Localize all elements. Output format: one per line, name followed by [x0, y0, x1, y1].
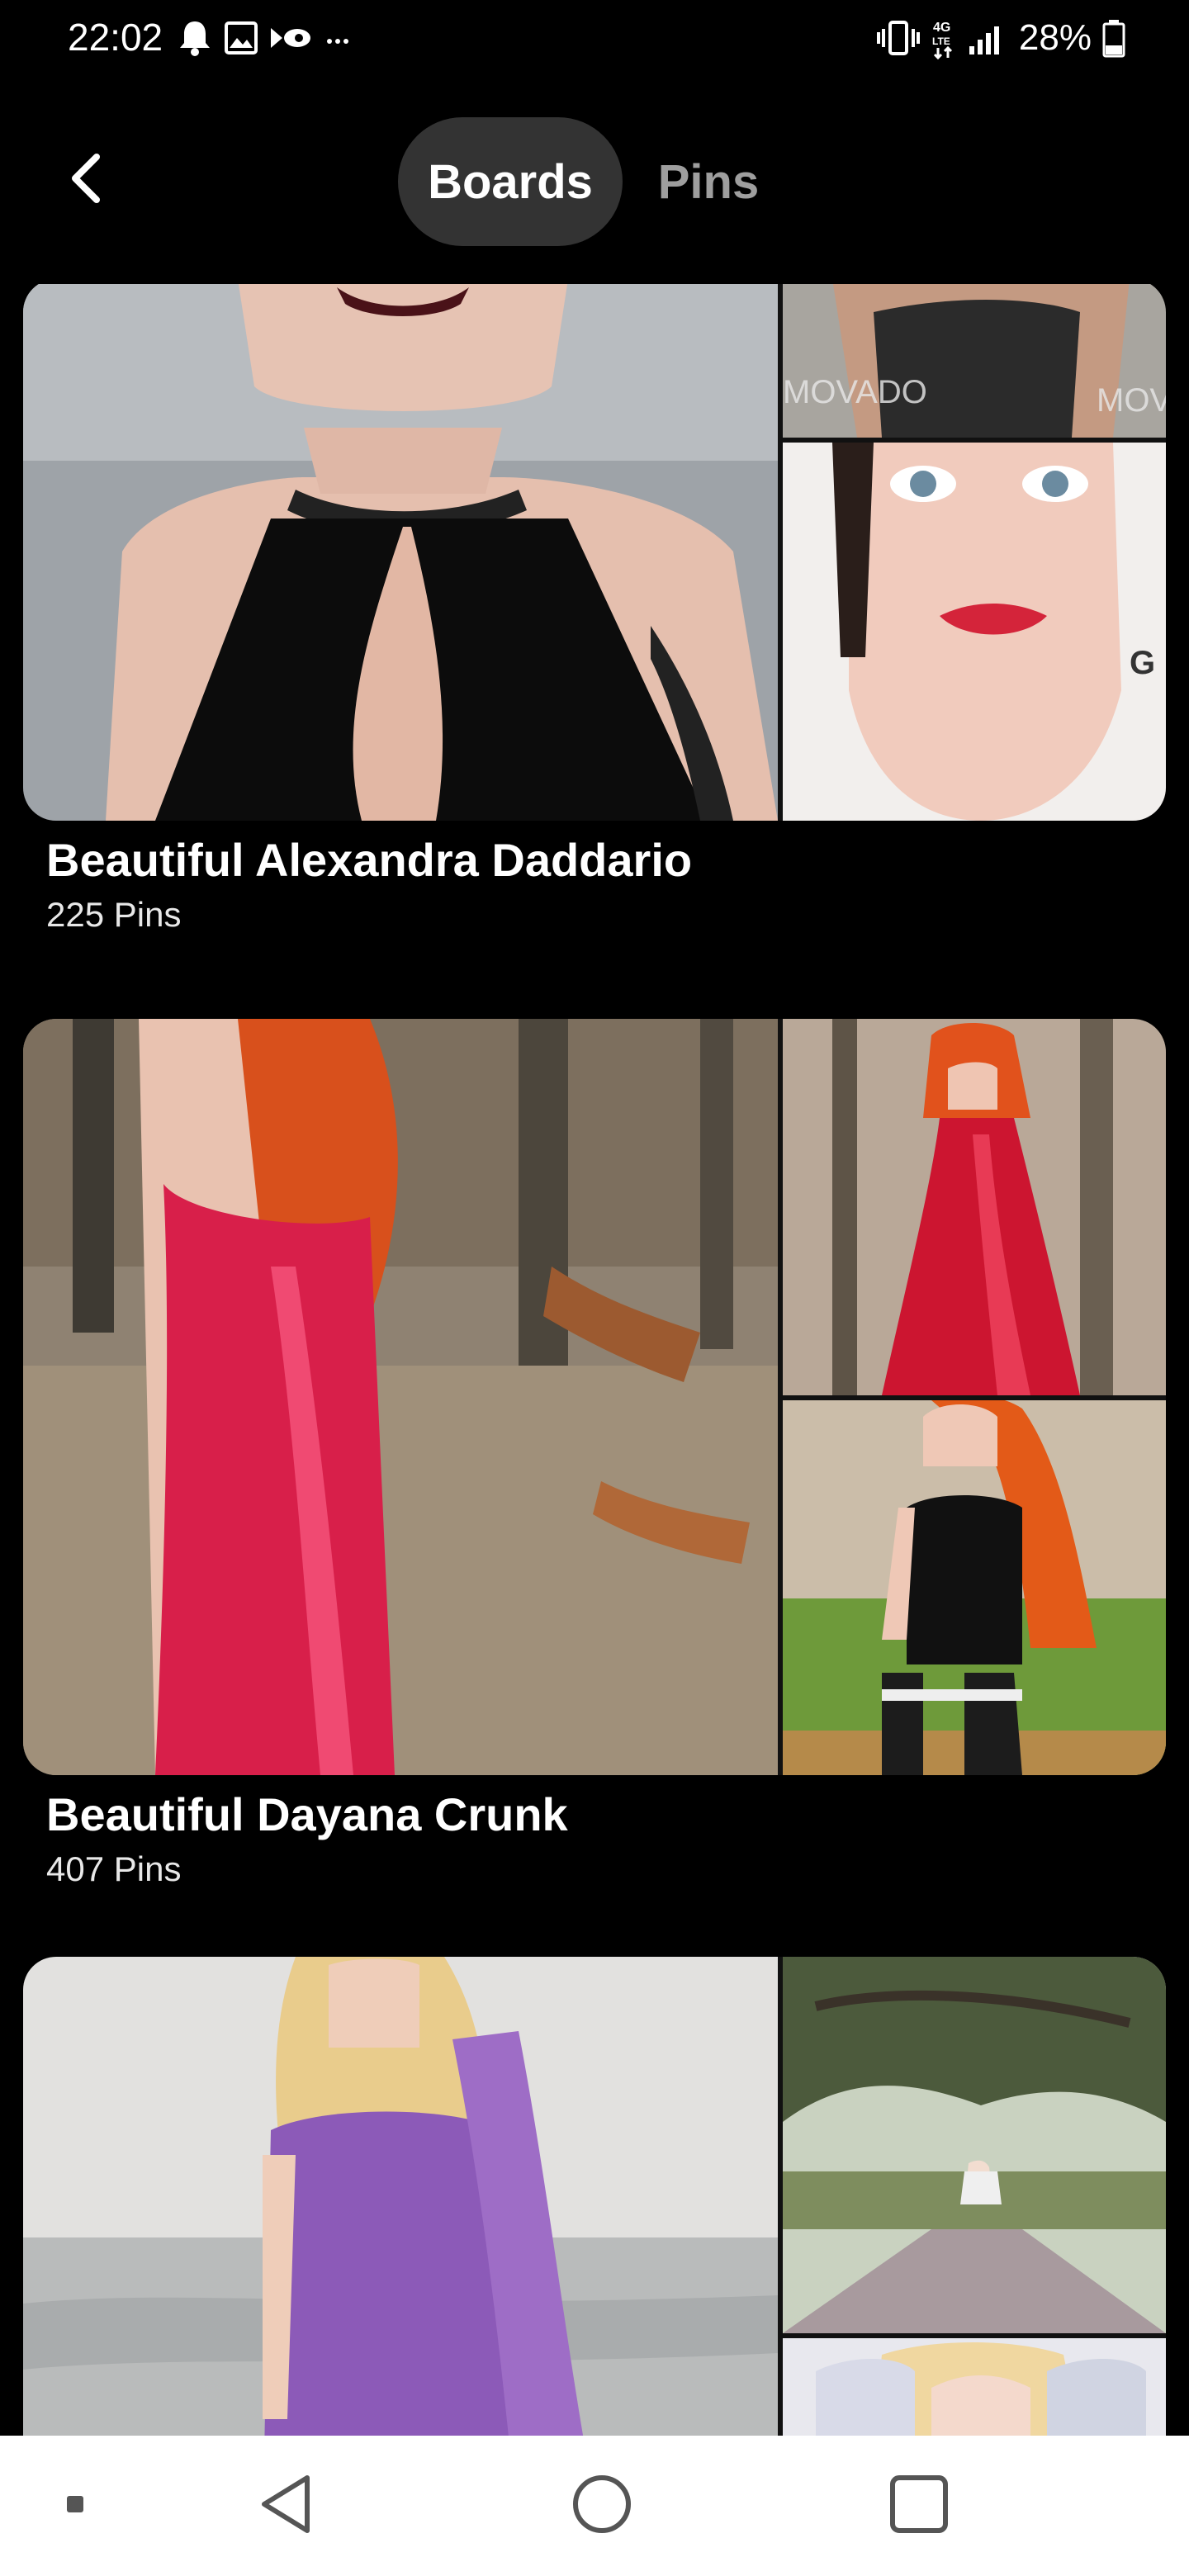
status-icons-left — [177, 17, 350, 59]
vibrate-icon — [876, 19, 920, 57]
tab-boards[interactable]: Boards — [398, 117, 623, 246]
board-title: Beautiful Dayana Crunk — [46, 1788, 568, 1840]
board-cover-main-image — [23, 1957, 778, 2436]
svg-text:LTE: LTE — [932, 36, 950, 47]
board-card[interactable]: MOVADO MOV G Beautiful Alexandra Daddari… — [23, 284, 1166, 938]
board-pin-count: 407 Pins — [46, 1849, 182, 1888]
board-cover-main-image — [23, 1019, 778, 1775]
recent-apps-dot-icon — [65, 2494, 85, 2518]
overview-nav-button[interactable] — [882, 2469, 956, 2543]
notification-bell-icon — [177, 18, 213, 58]
board-cover-bottom-image — [783, 2338, 1166, 2436]
boards-feed[interactable]: MOVADO MOV G Beautiful Alexandra Daddari… — [0, 284, 1189, 2436]
chevron-left-icon — [65, 152, 107, 209]
home-nav-button[interactable] — [565, 2469, 639, 2543]
board-cover-mosaic[interactable] — [23, 1957, 1166, 2436]
svg-text:4G: 4G — [933, 21, 950, 35]
board-cover-top-image: MOVADO MOV — [783, 284, 1166, 438]
svg-text:G: G — [1130, 645, 1155, 681]
board-cover-bottom-image — [783, 1400, 1166, 1775]
header: Boards Pins — [0, 76, 1189, 284]
board-cover-main-image — [23, 284, 778, 821]
board-title: Beautiful Alexandra Daddario — [46, 834, 693, 886]
4g-lte-icon: 4G LTE — [930, 17, 958, 59]
status-icons-right: 4G LTE 28% — [876, 15, 1126, 61]
back-triangle-icon — [256, 2473, 314, 2540]
tab-pins[interactable]: Pins — [641, 117, 776, 246]
overview-square-icon — [888, 2473, 950, 2540]
board-card[interactable]: Beautiful Dayana Crunk 407 Pins — [23, 1019, 1166, 1892]
recent-apps-dot-button[interactable] — [38, 2469, 112, 2543]
board-pin-count: 225 Pins — [46, 895, 182, 934]
signal-icon — [968, 20, 1006, 56]
navigation-bar — [0, 2436, 1189, 2576]
board-cover-mosaic[interactable] — [23, 1019, 1166, 1775]
home-circle-icon — [571, 2473, 633, 2540]
gallery-icon — [223, 20, 259, 56]
back-nav-button[interactable] — [248, 2469, 322, 2543]
board-cover-top-image — [783, 1957, 1166, 2333]
svg-text:MOVADO: MOVADO — [783, 374, 927, 410]
battery-icon — [1101, 18, 1126, 58]
more-notifications-icon — [325, 30, 350, 46]
board-cover-mosaic[interactable]: MOVADO MOV G — [23, 284, 1166, 821]
svg-text:MOV: MOV — [1097, 382, 1166, 419]
status-bar: 22:02 4G LTE 28% — [0, 0, 1189, 76]
back-button[interactable] — [53, 147, 119, 213]
cast-icon — [269, 23, 315, 53]
board-card[interactable] — [23, 1957, 1166, 2436]
status-time: 22:02 — [68, 16, 163, 59]
board-cover-top-image — [783, 1019, 1166, 1395]
board-cover-bottom-image: G — [783, 443, 1166, 821]
battery-percent: 28% — [1018, 17, 1092, 58]
